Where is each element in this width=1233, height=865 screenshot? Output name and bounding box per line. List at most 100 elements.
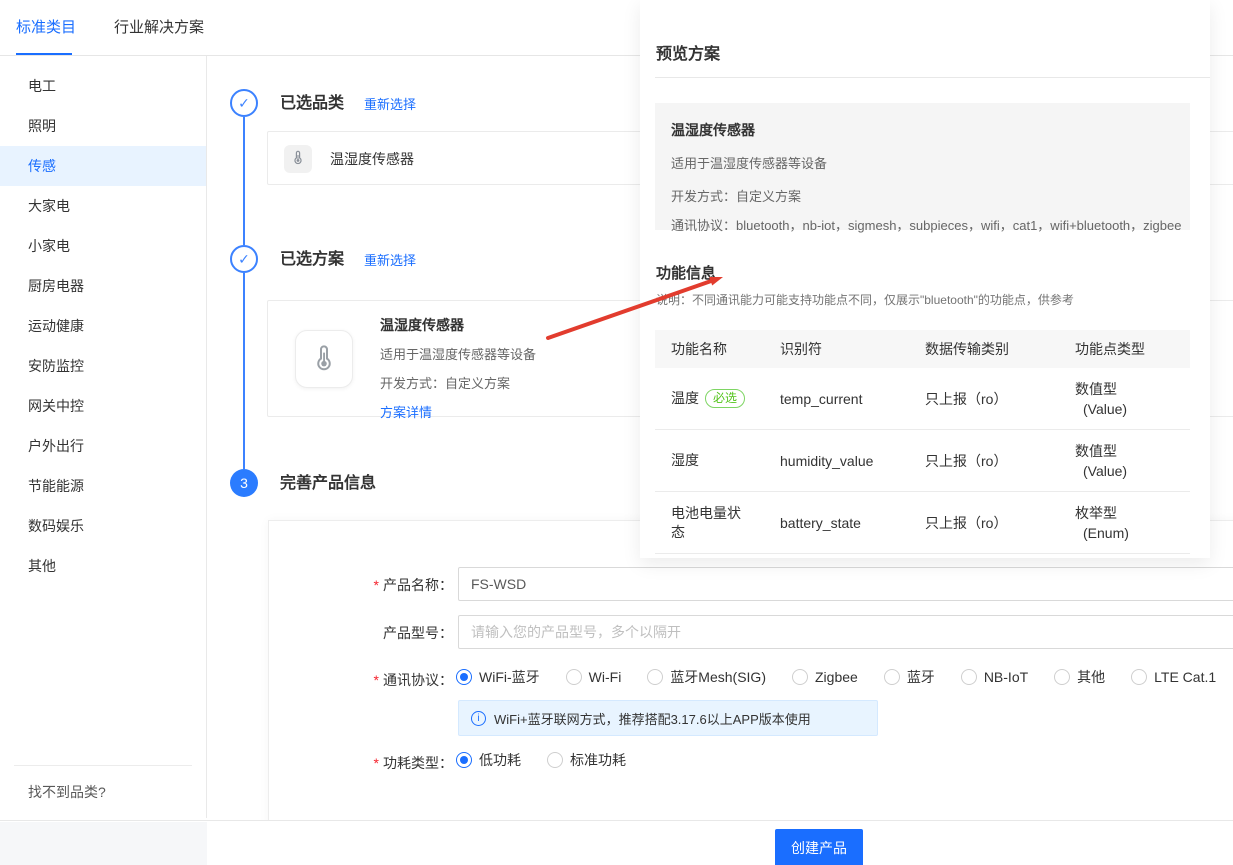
tab-standard-category[interactable]: 标准类目 [16, 0, 76, 55]
step3-number-icon: 3 [230, 469, 258, 497]
category-thumb [284, 145, 312, 173]
sidebar-item-electrician[interactable]: 电工 [0, 66, 206, 106]
table-header-row: 功能名称 识别符 数据传输类别 功能点类型 [655, 330, 1190, 368]
cell-type: 数值型(Value) [1060, 441, 1190, 481]
step-number: 3 [240, 475, 248, 491]
radio-icon [961, 669, 977, 685]
required-mark: * [374, 672, 379, 688]
type-line1: 数值型 [1075, 379, 1190, 399]
function-info-title: 功能信息 [656, 262, 716, 283]
create-product-button[interactable]: 创建产品 [775, 829, 863, 865]
col-header-identifier: 识别符 [765, 339, 910, 359]
radio-checked-icon [456, 752, 472, 768]
function-name: 温度 [671, 390, 699, 406]
sidebar-item-lighting[interactable]: 照明 [0, 106, 206, 146]
footer-sidebar-gap [0, 822, 207, 865]
radio-icon [647, 669, 663, 685]
type-line2: (Value) [1075, 399, 1190, 419]
check-icon: ✓ [238, 95, 250, 112]
function-name: 电池电量状态 [671, 505, 741, 540]
label-text: 功耗类型： [383, 755, 453, 771]
power-type-label: *功耗类型： [283, 753, 453, 773]
solution-thumb [295, 330, 353, 388]
radio-option-wifi[interactable]: Wi-Fi [566, 669, 622, 685]
type-line2: (Value) [1075, 461, 1190, 481]
radio-icon [1054, 669, 1070, 685]
cell-name: 湿度 [655, 451, 765, 470]
radio-option-nbiot[interactable]: NB-IoT [961, 669, 1028, 685]
step-connector-line [243, 273, 245, 469]
active-tab-underline [16, 53, 72, 55]
cannot-find-category-link[interactable]: 找不到品类? [14, 765, 192, 818]
summary-dev-mode: 开发方式：自定义方案 [671, 186, 1174, 205]
sidebar-item-sport-health[interactable]: 运动健康 [0, 306, 206, 346]
sidebar-item-small-appliance[interactable]: 小家电 [0, 226, 206, 266]
solution-detail-link[interactable]: 方案详情 [380, 402, 432, 421]
radio-label: 标准功耗 [570, 750, 626, 770]
cell-identifier: temp_current [765, 391, 910, 407]
radio-option-low-power[interactable]: 低功耗 [456, 750, 521, 770]
cell-identifier: humidity_value [765, 453, 910, 469]
radio-label: LTE Cat.1 [1154, 669, 1216, 685]
protocol-hint-text: WiFi+蓝牙联网方式，推荐搭配3.17.6以上APP版本使用 [494, 709, 811, 728]
thermometer-icon [290, 149, 306, 170]
radio-icon [884, 669, 900, 685]
radio-option-wifi-bt[interactable]: WiFi-蓝牙 [456, 667, 540, 687]
sidebar-item-large-appliance[interactable]: 大家电 [0, 186, 206, 226]
radio-option-zigbee[interactable]: Zigbee [792, 669, 858, 685]
radio-option-bluetooth[interactable]: 蓝牙 [884, 667, 935, 687]
tab-industry-solution[interactable]: 行业解决方案 [114, 0, 204, 55]
sidebar-item-sensor[interactable]: 传感 [0, 146, 206, 186]
sidebar-item-digital-entertainment[interactable]: 数码娱乐 [0, 506, 206, 546]
step1-reselect-link[interactable]: 重新选择 [364, 96, 416, 114]
sidebar-item-gateway-control[interactable]: 网关中控 [0, 386, 206, 426]
step2-check-icon: ✓ [230, 245, 258, 273]
radio-icon [792, 669, 808, 685]
radio-label: 其他 [1077, 667, 1105, 687]
product-name-input[interactable] [458, 567, 1233, 601]
divider [655, 77, 1210, 78]
step2-reselect-link[interactable]: 重新选择 [364, 252, 416, 270]
radio-option-standard-power[interactable]: 标准功耗 [547, 750, 626, 770]
radio-option-btmesh-sig[interactable]: 蓝牙Mesh(SIG) [647, 667, 766, 687]
radio-icon [566, 669, 582, 685]
summary-desc: 适用于温湿度传感器等设备 [671, 153, 1174, 172]
function-info-note: 说明：不同通讯能力可能支持功能点不同，仅展示"bluetooth"的功能点，供参… [656, 291, 1074, 308]
preview-title: 预览方案 [656, 40, 720, 64]
thermometer-icon [309, 342, 339, 377]
solution-summary-box: 温湿度传感器 适用于温湿度传感器等设备 开发方式：自定义方案 通讯协议：blue… [655, 103, 1190, 230]
sidebar-item-security-monitor[interactable]: 安防监控 [0, 346, 206, 386]
radio-option-other[interactable]: 其他 [1054, 667, 1105, 687]
cell-identifier: battery_state [765, 515, 910, 531]
product-model-input[interactable] [458, 615, 1233, 649]
required-mark: * [374, 577, 379, 593]
col-header-transfer: 数据传输类别 [910, 339, 1060, 359]
check-icon: ✓ [238, 251, 250, 268]
protocol-hint-banner: i WiFi+蓝牙联网方式，推荐搭配3.17.6以上APP版本使用 [458, 700, 878, 736]
type-line2: (Enum) [1075, 523, 1190, 543]
step1-title: 已选品类 [280, 94, 344, 114]
page-footer: 创建产品 [0, 820, 1233, 865]
sidebar-item-others[interactable]: 其他 [0, 546, 206, 586]
preview-solution-panel: 预览方案 温湿度传感器 适用于温湿度传感器等设备 开发方式：自定义方案 通讯协议… [640, 0, 1210, 558]
radio-option-lte-cat1[interactable]: LTE Cat.1 [1131, 669, 1216, 685]
category-list: 电工 照明 传感 大家电 小家电 厨房电器 运动健康 安防监控 网关中控 户外出… [0, 56, 206, 586]
sidebar-item-kitchen-appliance[interactable]: 厨房电器 [0, 266, 206, 306]
solution-info: 温湿度传感器 适用于温湿度传感器等设备 开发方式：自定义方案 方案详情 [380, 315, 536, 422]
tab-label: 标准类目 [16, 19, 76, 36]
category-sidebar: 电工 照明 传感 大家电 小家电 厨房电器 运动健康 安防监控 网关中控 户外出… [0, 56, 207, 818]
radio-label: 低功耗 [479, 750, 521, 770]
sidebar-item-energy-saving[interactable]: 节能能源 [0, 466, 206, 506]
col-header-type: 功能点类型 [1060, 339, 1190, 359]
selected-category-name: 温湿度传感器 [330, 132, 414, 186]
radio-icon [547, 752, 563, 768]
function-name: 湿度 [671, 452, 699, 468]
function-table: 功能名称 识别符 数据传输类别 功能点类型 温度必选 temp_current … [655, 330, 1190, 554]
solution-name: 温湿度传感器 [380, 315, 536, 335]
solution-desc: 适用于温湿度传感器等设备 [380, 344, 536, 363]
sidebar-item-outdoor-travel[interactable]: 户外出行 [0, 426, 206, 466]
protocol-label: *通讯协议： [283, 670, 453, 690]
cell-transfer: 只上报（ro） [910, 513, 1060, 533]
summary-name: 温湿度传感器 [671, 120, 1174, 140]
radio-label: WiFi-蓝牙 [479, 667, 540, 687]
